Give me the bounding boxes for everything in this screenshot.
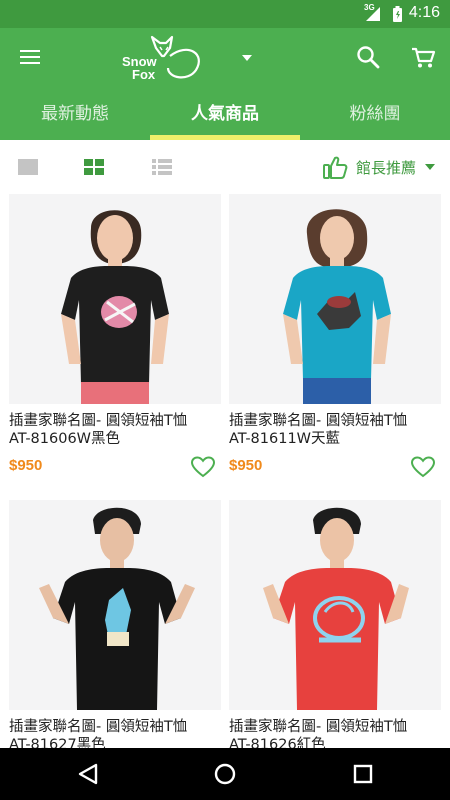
sort-caret-icon — [425, 164, 435, 170]
tab-fan-group[interactable]: 粉絲團 — [300, 88, 450, 140]
search-icon[interactable] — [355, 44, 381, 70]
product-name: 插畫家聯名圖- 圓領短袖T恤 — [9, 719, 188, 735]
product-card[interactable]: 插畫家聯名圖- 圓領短袖T恤 AT-81606W黑色 $950 — [9, 194, 221, 478]
tab-latest-news[interactable]: 最新動態 — [0, 88, 150, 140]
product-name: 插畫家聯名圖- 圓領短袖T恤 — [9, 413, 188, 429]
product-card[interactable]: 插畫家聯名圖- 圓領短袖T恤 AT-81626紅色 — [229, 500, 441, 748]
product-price: $950 — [9, 457, 43, 474]
view-toolbar: 館長推薦 — [0, 140, 450, 195]
model-photo — [9, 194, 221, 404]
product-image[interactable] — [229, 500, 441, 710]
single-view-icon[interactable] — [17, 158, 39, 176]
product-sku: AT-81606W黑色 — [9, 431, 121, 447]
model-photo — [229, 194, 441, 404]
product-name: 插畫家聯名圖- 圓領短袖T恤 — [229, 413, 408, 429]
product-sku: AT-81627黑色 — [9, 737, 106, 748]
app-bar: Snow Fox — [0, 28, 450, 88]
product-sku: AT-81626紅色 — [229, 737, 326, 748]
clock: 4:16 — [408, 4, 440, 21]
cell-signal-icon — [366, 7, 380, 21]
model-photo — [229, 500, 441, 710]
status-bar: 3G 4:16 — [0, 0, 450, 28]
product-grid: 插畫家聯名圖- 圓領短袖T恤 AT-81606W黑色 $950 插畫家聯名圖- … — [0, 194, 450, 748]
favorite-heart-icon[interactable] — [191, 456, 215, 478]
product-image[interactable] — [9, 500, 221, 710]
tab-popular-products[interactable]: 人氣商品 — [150, 88, 300, 140]
home-icon[interactable] — [213, 762, 237, 786]
dropdown-caret-icon[interactable] — [240, 52, 254, 64]
system-nav-bar — [0, 748, 450, 800]
product-card[interactable]: 插畫家聯名圖- 圓領短袖T恤 AT-81627黑色 — [9, 500, 221, 748]
grid-view-icon[interactable] — [83, 158, 105, 176]
product-name: 插畫家聯名圖- 圓領短袖T恤 — [229, 719, 408, 735]
favorite-heart-icon[interactable] — [411, 456, 435, 478]
product-image[interactable] — [9, 194, 221, 404]
model-photo — [9, 500, 221, 710]
fox-logo[interactable]: Snow Fox — [118, 34, 208, 84]
cart-icon[interactable] — [410, 44, 436, 70]
thumbs-up-icon — [322, 156, 348, 179]
main-tabs: 最新動態 人氣商品 粉絲團 — [0, 88, 450, 140]
product-card[interactable]: 插畫家聯名圖- 圓領短袖T恤 AT-81611W天藍 $950 — [229, 194, 441, 478]
menu-icon[interactable] — [18, 48, 44, 68]
logo-text-fox: Fox — [132, 67, 156, 82]
product-image[interactable] — [229, 194, 441, 404]
sort-label: 館長推薦 — [355, 158, 416, 177]
list-view-icon[interactable] — [151, 158, 173, 176]
recents-icon[interactable] — [351, 762, 375, 786]
sort-dropdown[interactable]: 館長推薦 — [322, 153, 436, 181]
product-price: $950 — [229, 457, 263, 474]
product-sku: AT-81611W天藍 — [229, 431, 341, 447]
back-icon[interactable] — [76, 762, 100, 786]
battery-icon — [393, 6, 402, 22]
